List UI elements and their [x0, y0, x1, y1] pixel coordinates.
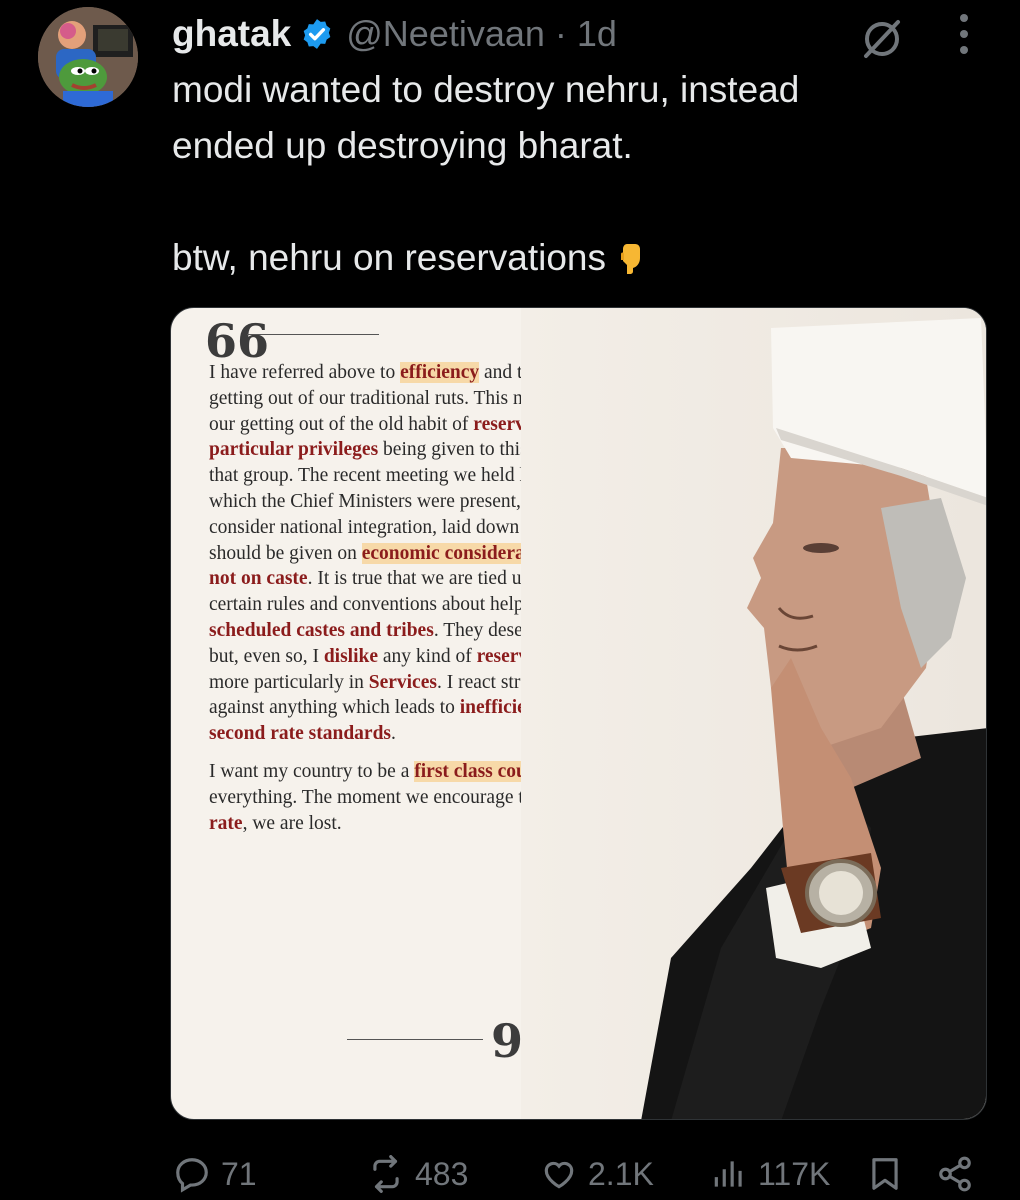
- tweet-header: ghatak @Neetivaan · 1d: [172, 10, 617, 58]
- heart-icon: [544, 1161, 574, 1189]
- like-button[interactable]: 2.1K: [540, 1150, 654, 1198]
- tweet-text: modi wanted to destroy nehru, instead en…: [172, 62, 972, 286]
- divider: [247, 334, 379, 335]
- views-icon: [714, 1161, 742, 1187]
- quote-run: any kind of: [378, 645, 477, 667]
- like-count: 2.1K: [588, 1155, 654, 1192]
- bookmark-button[interactable]: [866, 1150, 914, 1198]
- repost-count: 483: [415, 1155, 469, 1192]
- grok-icon[interactable]: [858, 14, 906, 62]
- tweet-actions: 71 483 2.1K 117K: [0, 1150, 1020, 1200]
- quote-run: , we are lost.: [242, 812, 342, 834]
- display-name[interactable]: ghatak: [172, 13, 291, 55]
- bookmark-icon: [872, 1158, 898, 1190]
- quote-run: I have referred above to: [209, 362, 401, 383]
- tweet-media-image[interactable]: 66 I have referred above to efficiency a…: [170, 307, 987, 1120]
- avatar[interactable]: [38, 7, 138, 107]
- reply-icon: [176, 1158, 208, 1193]
- quote-run: I want my country to be a: [209, 760, 415, 782]
- pointing-down-emoji-icon: [620, 244, 640, 274]
- verified-badge-icon[interactable]: [300, 17, 334, 51]
- share-button[interactable]: [936, 1150, 984, 1198]
- more-icon[interactable]: [950, 14, 978, 54]
- repost-button[interactable]: 483: [367, 1150, 468, 1198]
- reply-count: 71: [221, 1155, 257, 1192]
- highlighted-phrase: scheduled castes and tribes: [209, 619, 434, 641]
- reply-button[interactable]: 71: [173, 1150, 257, 1198]
- portrait-photo: [521, 308, 986, 1119]
- tweet-text-line: btw, nehru on reservations: [172, 230, 972, 286]
- repost-icon: [373, 1155, 399, 1193]
- divider: [347, 1039, 483, 1040]
- tweet-text-line: modi wanted to destroy nehru, instead: [172, 69, 800, 110]
- highlighted-phrase: dislike: [323, 645, 378, 667]
- highlighted-phrase: second rate standards: [209, 723, 392, 745]
- views-button[interactable]: 117K: [710, 1150, 830, 1198]
- tweet-text-line: ended up destroying bharat.: [172, 125, 633, 166]
- tweet-text-span: btw, nehru on reservations: [172, 237, 606, 278]
- quote-run: .: [391, 723, 396, 745]
- handle-and-time[interactable]: @Neetivaan · 1d: [346, 13, 617, 55]
- highlighted-phrase: particular privileges: [209, 439, 379, 461]
- highlighted-phrase: efficiency: [400, 362, 480, 383]
- highlighted-phrase: Services: [368, 671, 437, 693]
- views-count: 117K: [758, 1155, 831, 1192]
- avatar-image: [38, 7, 138, 107]
- highlighted-phrase: not on caste: [209, 568, 308, 590]
- share-icon: [939, 1156, 971, 1192]
